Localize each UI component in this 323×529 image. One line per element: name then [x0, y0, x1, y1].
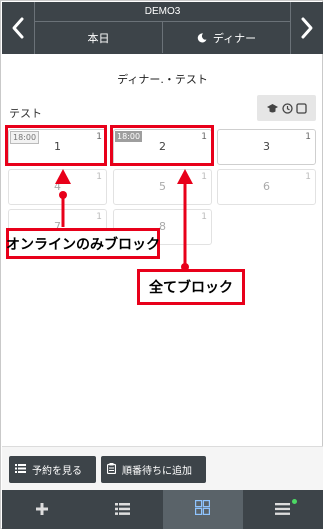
add-waitlist-label: 順番待ちに追加 [122, 466, 192, 477]
notification-dot [292, 499, 297, 504]
tab-floor-grid[interactable] [162, 490, 243, 529]
grid-icon [195, 500, 211, 519]
plus-icon [36, 500, 49, 519]
bottom-tab-bar [2, 490, 323, 529]
arrow-head-online [55, 169, 71, 184]
action-bar: 予約を見る 順番待ちに追加 [2, 446, 323, 490]
arrow-dot-online [59, 191, 67, 199]
view-reservations-label: 予約を見る [32, 466, 82, 477]
callout-all-block: 全てブロック [137, 269, 245, 305]
tab-list[interactable] [82, 490, 162, 529]
arrow-head-all [177, 169, 193, 184]
view-reservations-button[interactable]: 予約を見る [9, 456, 96, 483]
list-icon [15, 463, 26, 476]
menu-icon [275, 500, 291, 519]
callout-all-block-text: 全てブロック [149, 280, 233, 296]
tab-menu[interactable] [243, 490, 323, 529]
list-icon [114, 500, 130, 519]
callout-online-block: オンラインのみブロック [6, 228, 160, 259]
clipboard-icon [106, 462, 117, 477]
callout-online-block-text: オンラインのみブロック [6, 236, 160, 253]
add-waitlist-button[interactable]: 順番待ちに追加 [101, 456, 206, 483]
tab-add[interactable] [2, 490, 82, 529]
app-frame: DEMO3 本日 ディナー ディナー.・テスト テスト 18:00 1 1 18… [0, 0, 323, 529]
